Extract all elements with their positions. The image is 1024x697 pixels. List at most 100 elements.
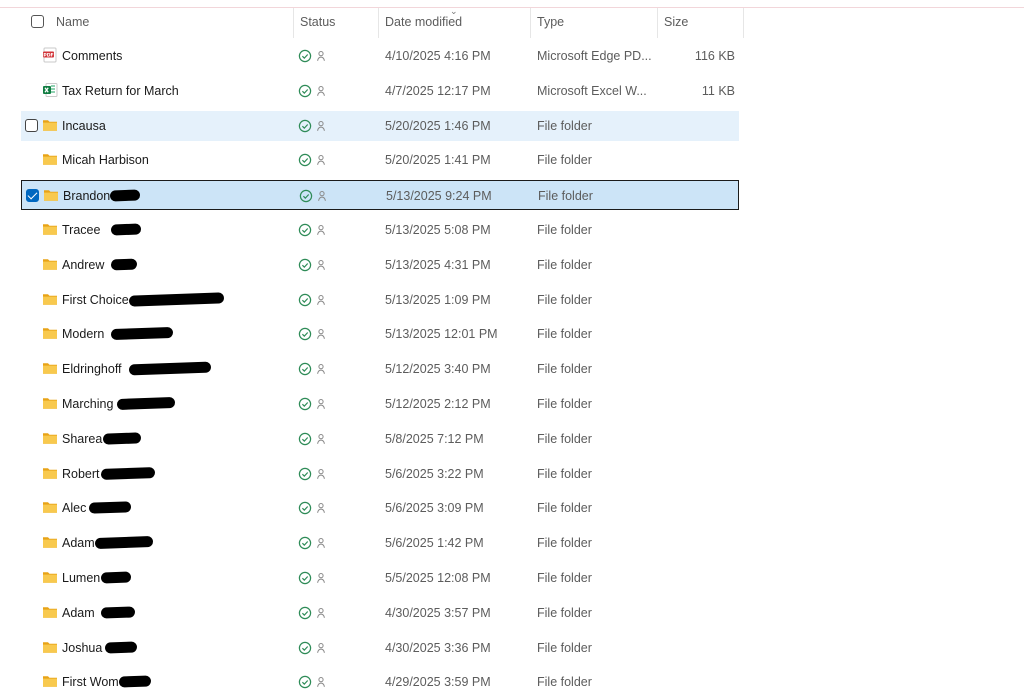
date-modified: 5/5/2025 12:08 PM [385, 571, 491, 585]
column-header-status[interactable]: Status [300, 8, 335, 38]
pdf-icon: PDF [42, 47, 58, 63]
file-name[interactable]: Andrew [62, 250, 104, 280]
date-modified: 4/30/2025 3:36 PM [385, 640, 491, 655]
file-row[interactable]: Eldringhoff 5/12/2025 3:40 PM File folder [21, 354, 739, 384]
redaction-mark [100, 571, 132, 584]
file-name[interactable]: Alec [62, 493, 86, 523]
folder-icon [42, 604, 58, 620]
date-modified: 5/13/2025 1:09 PM [385, 292, 491, 307]
file-name[interactable]: Micah Harbison [62, 145, 149, 175]
file-type: File folder [537, 466, 592, 481]
file-row[interactable]: Sharea 5/8/2025 7:12 PM File folder [21, 424, 739, 454]
file-name[interactable]: Adam [62, 528, 95, 558]
file-name[interactable]: Tax Return for March [62, 76, 179, 106]
file-row[interactable]: Incausa 5/20/2025 1:46 PM File folder [21, 110, 739, 141]
file-type: File folder [537, 571, 592, 585]
column-header-date-modified[interactable]: Date modified [385, 8, 462, 38]
file-name[interactable]: Comments [62, 41, 122, 71]
file-row[interactable]: Brandon 5/13/2025 9:24 PM File folder [21, 180, 739, 211]
file-row[interactable]: Alec 5/6/2025 3:09 PM File folder [21, 493, 739, 523]
file-size [661, 111, 735, 141]
redaction-mark [100, 606, 136, 619]
file-type: File folder [537, 605, 592, 620]
file-name[interactable]: Eldringhoff [62, 354, 122, 384]
redaction-mark [104, 641, 138, 654]
folder-icon [42, 465, 58, 481]
column-divider[interactable] [743, 8, 744, 38]
date-modified: 5/6/2025 3:09 PM [385, 501, 484, 516]
file-type: Microsoft Edge PD... [537, 49, 652, 63]
folder-icon [42, 639, 58, 655]
select-all-checkbox[interactable] [31, 15, 44, 28]
date-modified: 4/29/2025 3:59 PM [385, 675, 491, 690]
row-checkbox[interactable] [26, 189, 39, 203]
file-row[interactable]: Micah Harbison 5/20/2025 1:41 PM File fold… [21, 145, 739, 175]
redaction-mark [88, 501, 132, 515]
file-name[interactable]: Modern [62, 319, 104, 349]
file-type: File folder [538, 189, 593, 204]
file-size [661, 285, 735, 315]
file-row[interactable]: Joshua 4/30/2025 3:36 PM File folder [21, 633, 739, 663]
folder-icon [42, 395, 58, 411]
file-row[interactable]: Lumen 5/5/2025 12:08 PM File folder [21, 563, 739, 593]
sync-status-icon [298, 223, 328, 237]
file-type: File folder [537, 362, 592, 377]
file-name[interactable]: Adam [62, 598, 95, 628]
file-size: 11 KB [701, 83, 735, 98]
column-header-type[interactable]: Type [537, 8, 564, 38]
file-size [661, 354, 735, 384]
sync-status-icon [298, 327, 328, 341]
file-name[interactable]: Marching [62, 389, 113, 419]
redaction-mark [109, 189, 141, 202]
sync-status-icon [298, 258, 328, 272]
file-row[interactable]: Adam 4/30/2025 3:57 PM File folder [21, 598, 739, 628]
file-row[interactable]: First Choice 5/13/2025 1:09 PM File folder [21, 285, 739, 315]
file-row[interactable]: Tax Return for March 4/7/2025 12:17 PM Mic… [21, 76, 739, 106]
file-name[interactable]: Robert [62, 459, 100, 489]
file-row[interactable]: Robert 5/6/2025 3:22 PM File folder [21, 459, 739, 489]
redaction-mark [110, 223, 142, 236]
file-row[interactable]: Adam 5/6/2025 1:42 PM File folder [21, 528, 739, 558]
file-name[interactable]: Lumen [62, 563, 100, 593]
file-size [661, 145, 735, 175]
file-size [661, 598, 735, 628]
sync-status-icon [298, 293, 328, 307]
date-modified: 4/10/2025 4:16 PM [385, 49, 491, 63]
file-row[interactable]: Marching 5/12/2025 2:12 PM File folder [21, 389, 739, 419]
file-name[interactable]: Tracee [62, 215, 100, 245]
row-checkbox[interactable] [25, 118, 38, 132]
file-row[interactable]: First Women 4/29/2025 3:59 PM File folder [21, 667, 739, 697]
column-divider[interactable] [293, 8, 294, 38]
folder-icon [42, 117, 58, 133]
redaction-mark [128, 361, 212, 376]
column-divider[interactable] [657, 8, 658, 38]
folder-icon [42, 291, 58, 307]
redaction-mark [128, 291, 225, 307]
file-name[interactable]: Brandon [63, 181, 110, 211]
redaction-mark [118, 675, 152, 688]
file-type: Microsoft Excel W... [537, 83, 647, 98]
file-row[interactable]: Andrew 5/13/2025 4:31 PM File folder [21, 250, 739, 280]
column-header-bar: Name Status ⌄ Date modified Type Size [0, 6, 745, 38]
sync-status-icon [298, 49, 328, 63]
file-type: File folder [537, 292, 592, 307]
column-divider[interactable] [378, 8, 379, 38]
file-row[interactable]: PDF Comments 4/10/2025 4:16 PM Microsoft Ed… [21, 41, 739, 71]
file-size [661, 389, 735, 419]
file-size [661, 633, 735, 663]
folder-icon [42, 430, 58, 446]
folder-icon [42, 151, 58, 167]
file-name[interactable]: Joshua [62, 633, 102, 663]
column-divider[interactable] [530, 8, 531, 38]
column-header-name[interactable]: Name [56, 8, 89, 38]
file-name[interactable]: First Choice [62, 285, 129, 315]
file-row[interactable]: Modern 5/13/2025 12:01 PM File folder [21, 319, 739, 349]
column-header-size[interactable]: Size [664, 8, 688, 38]
file-name[interactable]: Sharea [62, 424, 102, 454]
date-modified: 5/13/2025 12:01 PM [385, 327, 498, 342]
sync-status-icon [298, 536, 328, 550]
file-name[interactable]: Incausa [62, 111, 106, 141]
file-type: File folder [537, 223, 592, 237]
date-modified: 5/12/2025 3:40 PM [385, 362, 491, 377]
file-row[interactable]: Tracee 5/13/2025 5:08 PM File folder [21, 215, 739, 245]
